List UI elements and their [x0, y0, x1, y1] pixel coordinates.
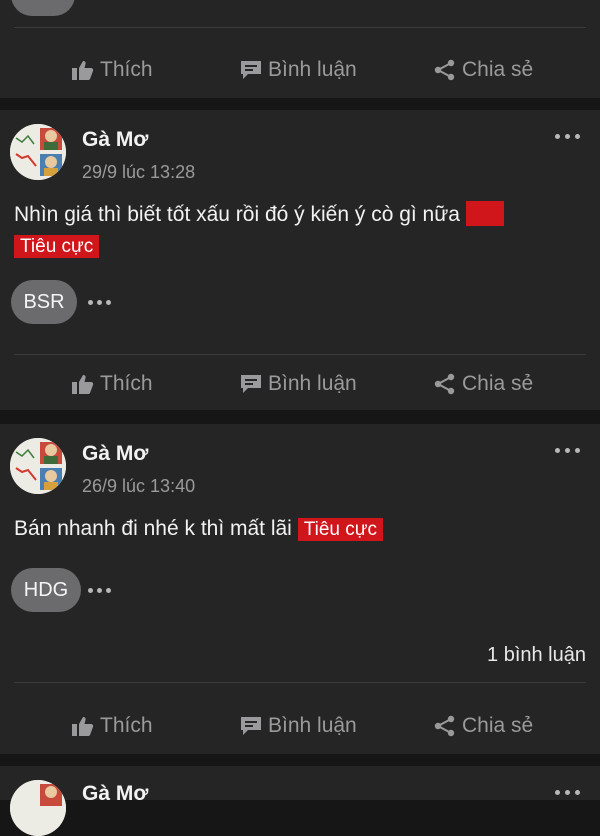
author-name[interactable]: Gà Mơ: [82, 782, 148, 806]
stock-tag-pill-partial[interactable]: [11, 0, 75, 16]
like-label: Thích: [100, 714, 153, 737]
like-button[interactable]: Thích: [72, 356, 153, 412]
post-text: Nhìn giá thì biết tốt xấu rồi đó ý kiến …: [14, 203, 460, 226]
post-card: Gà Mơ 26/9 lúc 13:40 Bán nhanh đi nhé k …: [0, 424, 600, 754]
post-timestamp[interactable]: 29/9 lúc 13:28: [82, 162, 195, 183]
more-options-icon[interactable]: [555, 134, 581, 142]
avatar-image: [10, 124, 66, 180]
comment-button[interactable]: Bình luận: [240, 356, 357, 412]
share-icon: [434, 715, 455, 737]
avatar[interactable]: [10, 124, 66, 180]
share-icon: [434, 373, 455, 395]
action-bar: Thích Bình luận Chia sẻ: [0, 356, 600, 412]
comment-button[interactable]: Bình luận: [240, 698, 357, 754]
like-label: Thích: [100, 372, 153, 395]
more-options-icon[interactable]: [555, 448, 581, 456]
sentiment-tag[interactable]: Tiêu cực: [297, 518, 383, 541]
card-divider: [14, 354, 586, 355]
thumbs-up-icon: [72, 375, 94, 394]
share-button[interactable]: Chia sẻ: [434, 356, 533, 412]
comment-bubble-icon: [241, 61, 261, 79]
share-button[interactable]: Chia sẻ: [434, 42, 533, 98]
avatar[interactable]: [10, 780, 66, 836]
author-name[interactable]: Gà Mơ: [82, 128, 148, 152]
comment-bubble-icon: [241, 375, 261, 393]
share-icon: [434, 59, 455, 81]
comment-bubble-icon: [241, 717, 261, 735]
like-label: Thích: [100, 58, 153, 81]
comment-label: Bình luận: [268, 372, 357, 395]
card-divider: [14, 27, 586, 28]
post-card: Gà Mơ: [0, 766, 600, 836]
thumbs-up-icon: [72, 717, 94, 736]
share-label: Chia sẻ: [462, 58, 534, 81]
post-card-previous: Thích Bình luận Chia sẻ: [0, 0, 600, 98]
share-label: Chia sẻ: [462, 714, 534, 737]
sentiment-color-marker: [465, 201, 504, 226]
avatar-image: [10, 780, 66, 836]
share-button[interactable]: Chia sẻ: [434, 698, 533, 754]
avatar[interactable]: [10, 438, 66, 494]
more-tags-icon[interactable]: [88, 588, 112, 594]
comment-count[interactable]: 1 bình luận: [487, 644, 586, 667]
like-button[interactable]: Thích: [72, 698, 153, 754]
post-text: Bán nhanh đi nhé k thì mất lãi: [14, 517, 292, 540]
sentiment-tag[interactable]: Tiêu cực: [14, 235, 100, 258]
post-text-block: Bán nhanh đi nhé k thì mất lãi Tiêu cực: [14, 513, 589, 545]
post-text-block: Nhìn giá thì biết tốt xấu rồi đó ý kiến …: [14, 199, 589, 262]
comment-button[interactable]: Bình luận: [240, 42, 357, 98]
more-tags-icon[interactable]: [88, 300, 112, 306]
comment-label: Bình luận: [268, 714, 357, 737]
author-name[interactable]: Gà Mơ: [82, 442, 148, 466]
avatar-image: [10, 438, 66, 494]
card-divider: [14, 682, 586, 683]
thumbs-up-icon: [72, 61, 94, 80]
comment-label: Bình luận: [268, 58, 357, 81]
stock-tag-pill[interactable]: HDG: [11, 568, 81, 612]
action-bar: Thích Bình luận Chia sẻ: [0, 42, 600, 98]
stock-tag-pill[interactable]: BSR: [11, 280, 77, 324]
post-timestamp[interactable]: 26/9 lúc 13:40: [82, 476, 195, 497]
like-button[interactable]: Thích: [72, 42, 153, 98]
more-options-icon[interactable]: [555, 790, 581, 798]
share-label: Chia sẻ: [462, 372, 534, 395]
action-bar: Thích Bình luận Chia sẻ: [0, 698, 600, 754]
post-card: Gà Mơ 29/9 lúc 13:28 Nhìn giá thì biết t…: [0, 110, 600, 410]
